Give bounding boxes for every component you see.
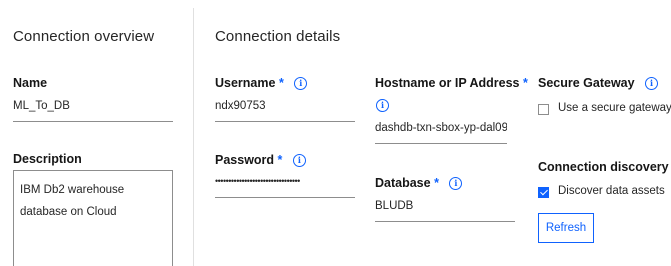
connection-discovery-label: Connection discovery i <box>538 160 671 174</box>
description-textarea[interactable]: IBM Db2 warehouse database on Cloud <box>13 170 173 266</box>
database-input[interactable]: BLUDB <box>375 200 515 222</box>
required-marker: * <box>278 76 284 90</box>
password-label: Password * i <box>215 153 306 168</box>
required-marker: * <box>434 176 439 190</box>
password-input[interactable]: •••••••••••••••••••••••••••••••• <box>215 176 355 198</box>
username-label: Username * i <box>215 76 308 91</box>
username-input[interactable]: ndx90753 <box>215 100 355 122</box>
secure-gateway-title: Secure Gateway <box>538 76 635 90</box>
discover-data-assets-label[interactable]: Discover data assets <box>558 185 665 197</box>
info-icon[interactable]: i <box>376 99 389 112</box>
description-label: Description <box>13 152 82 166</box>
connection-overview-title: Connection overview <box>13 28 155 45</box>
discover-data-assets-checkbox[interactable] <box>538 187 549 198</box>
password-label-text: Password <box>215 153 275 167</box>
name-label: Name <box>13 76 48 90</box>
username-label-text: Username <box>215 76 276 90</box>
secure-gateway-checkbox[interactable] <box>538 104 549 115</box>
secure-gateway-checkbox-label[interactable]: Use a secure gateway <box>558 102 671 114</box>
info-icon[interactable]: i <box>294 77 308 91</box>
info-icon[interactable]: i <box>449 177 463 191</box>
refresh-button[interactable]: Refresh <box>538 213 594 243</box>
info-icon[interactable]: i <box>292 154 306 168</box>
hostname-label-text: Hostname or IP Address <box>375 76 520 90</box>
connection-discovery-title: Connection discovery <box>538 160 669 174</box>
column-divider <box>193 8 194 266</box>
database-label: Database * i <box>375 176 463 191</box>
hostname-label: Hostname or IP Address * <box>375 76 528 90</box>
info-icon[interactable]: i <box>645 77 659 91</box>
required-marker: * <box>277 153 283 167</box>
required-marker: * <box>522 76 528 90</box>
name-input[interactable]: ML_To_DB <box>13 100 173 122</box>
database-label-text: Database <box>375 176 431 190</box>
connection-details-title: Connection details <box>215 28 341 45</box>
hostname-input[interactable]: dashdb-txn-sbox-yp-dal09-0 <box>375 122 507 144</box>
secure-gateway-label: Secure Gateway i <box>538 76 659 91</box>
